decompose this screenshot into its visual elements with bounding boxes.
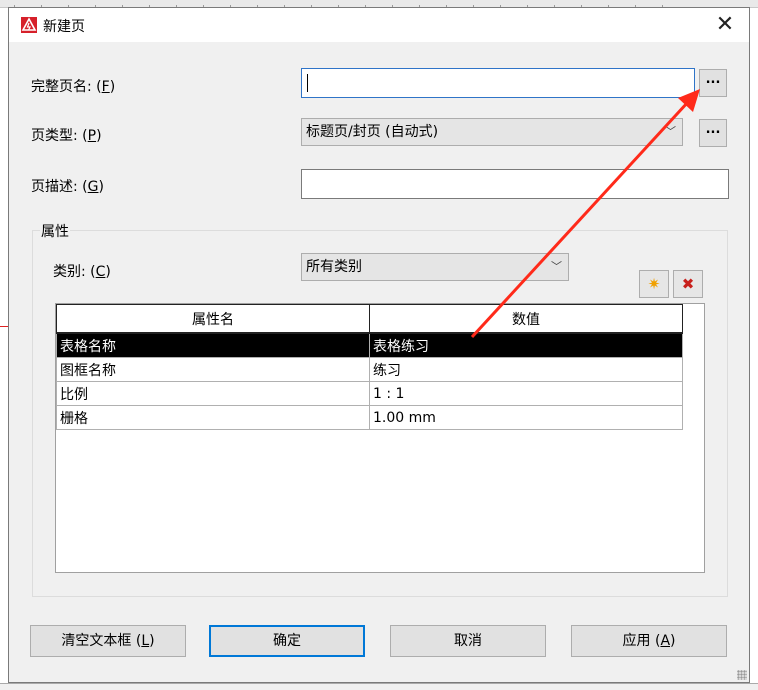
table-row[interactable]: 图框名称 练习: [56, 357, 683, 382]
dialog-title: 新建页: [43, 19, 85, 35]
new-page-dialog: 新建页 ✕ 完整页名: (F) ... 页类型: (P) 标题页/封页 (自动式…: [8, 7, 750, 683]
apply-button-suffix: ): [670, 633, 676, 649]
ok-button[interactable]: 确定: [209, 625, 365, 657]
text-caret: [307, 74, 308, 92]
category-select[interactable]: 所有类别 ﹀: [301, 253, 569, 281]
app-logo-icon: [21, 17, 37, 33]
property-value-cell[interactable]: 表格练习: [369, 332, 683, 358]
clear-button-accesskey: L: [141, 633, 150, 649]
new-property-button[interactable]: ✷: [639, 270, 669, 298]
full-page-name-accesskey: F: [101, 79, 110, 95]
property-value-cell[interactable]: 1 : 1: [369, 381, 683, 406]
clear-textboxes-button[interactable]: 清空文本框 (L): [30, 625, 186, 657]
page-description-label-suffix: ): [98, 179, 104, 195]
page-type-label: 页类型: (P): [31, 125, 102, 145]
page-type-accesskey: P: [87, 128, 97, 144]
delete-property-icon: ✖: [681, 275, 695, 293]
full-page-name-browse-button[interactable]: ...: [699, 69, 727, 97]
table-row[interactable]: 表格名称 表格练习: [56, 332, 683, 358]
clear-button-suffix: ): [149, 633, 155, 649]
category-accesskey: C: [95, 264, 106, 280]
property-name-cell[interactable]: 比例: [56, 381, 370, 406]
page-type-value: 标题页/封页 (自动式): [306, 124, 439, 140]
close-icon[interactable]: ✕: [711, 11, 739, 39]
chevron-down-icon: ﹀: [665, 125, 676, 138]
chevron-down-icon: ﹀: [551, 260, 562, 273]
apply-button[interactable]: 应用 (A): [571, 625, 727, 657]
page-type-select[interactable]: 标题页/封页 (自动式) ﹀: [301, 118, 683, 146]
category-label-suffix: ): [105, 264, 111, 280]
delete-property-button[interactable]: ✖: [673, 270, 703, 298]
resize-grip-icon[interactable]: [737, 670, 747, 680]
category-label: 类别: (C): [53, 261, 111, 281]
page-type-browse-button[interactable]: ...: [699, 119, 727, 147]
property-value-cell[interactable]: 1.00 mm: [369, 405, 683, 430]
properties-table[interactable]: 属性名 数值 表格名称 表格练习 图框名称 练习 比例 1 : 1 栅格 1.0…: [55, 303, 705, 573]
page-description-label-text: 页描述: (: [31, 179, 88, 195]
property-name-cell[interactable]: 栅格: [56, 405, 370, 430]
category-label-text: 类别: (: [53, 264, 96, 280]
full-page-name-label-text: 完整页名: (: [31, 79, 102, 95]
table-row[interactable]: 比例 1 : 1: [56, 381, 683, 406]
properties-group-title: 属性: [40, 221, 70, 241]
table-row[interactable]: 栅格 1.00 mm: [56, 405, 683, 430]
page-description-label: 页描述: (G): [31, 176, 104, 196]
dialog-titlebar[interactable]: 新建页 ✕: [9, 8, 749, 42]
property-value-cell[interactable]: 练习: [369, 357, 683, 382]
page-type-label-suffix: ): [96, 128, 102, 144]
page-description-accesskey: G: [87, 179, 99, 195]
clear-button-label: 清空文本框 (: [61, 633, 142, 649]
apply-button-accesskey: A: [660, 633, 671, 649]
page-description-input[interactable]: [301, 169, 729, 199]
apply-button-label: 应用 (: [622, 633, 661, 649]
cancel-button[interactable]: 取消: [390, 625, 546, 657]
new-property-icon: ✷: [647, 275, 661, 293]
column-header-property-name[interactable]: 属性名: [56, 304, 370, 334]
page-type-label-text: 页类型: (: [31, 128, 88, 144]
full-page-name-input[interactable]: [301, 68, 695, 98]
category-value: 所有类别: [306, 259, 362, 275]
property-name-cell[interactable]: 表格名称: [56, 332, 370, 358]
property-name-cell[interactable]: 图框名称: [56, 357, 370, 382]
column-header-value[interactable]: 数值: [369, 304, 683, 334]
full-page-name-label: 完整页名: (F): [31, 76, 115, 96]
table-header-row: 属性名 数值: [56, 304, 683, 334]
full-page-name-label-suffix: ): [109, 79, 116, 95]
